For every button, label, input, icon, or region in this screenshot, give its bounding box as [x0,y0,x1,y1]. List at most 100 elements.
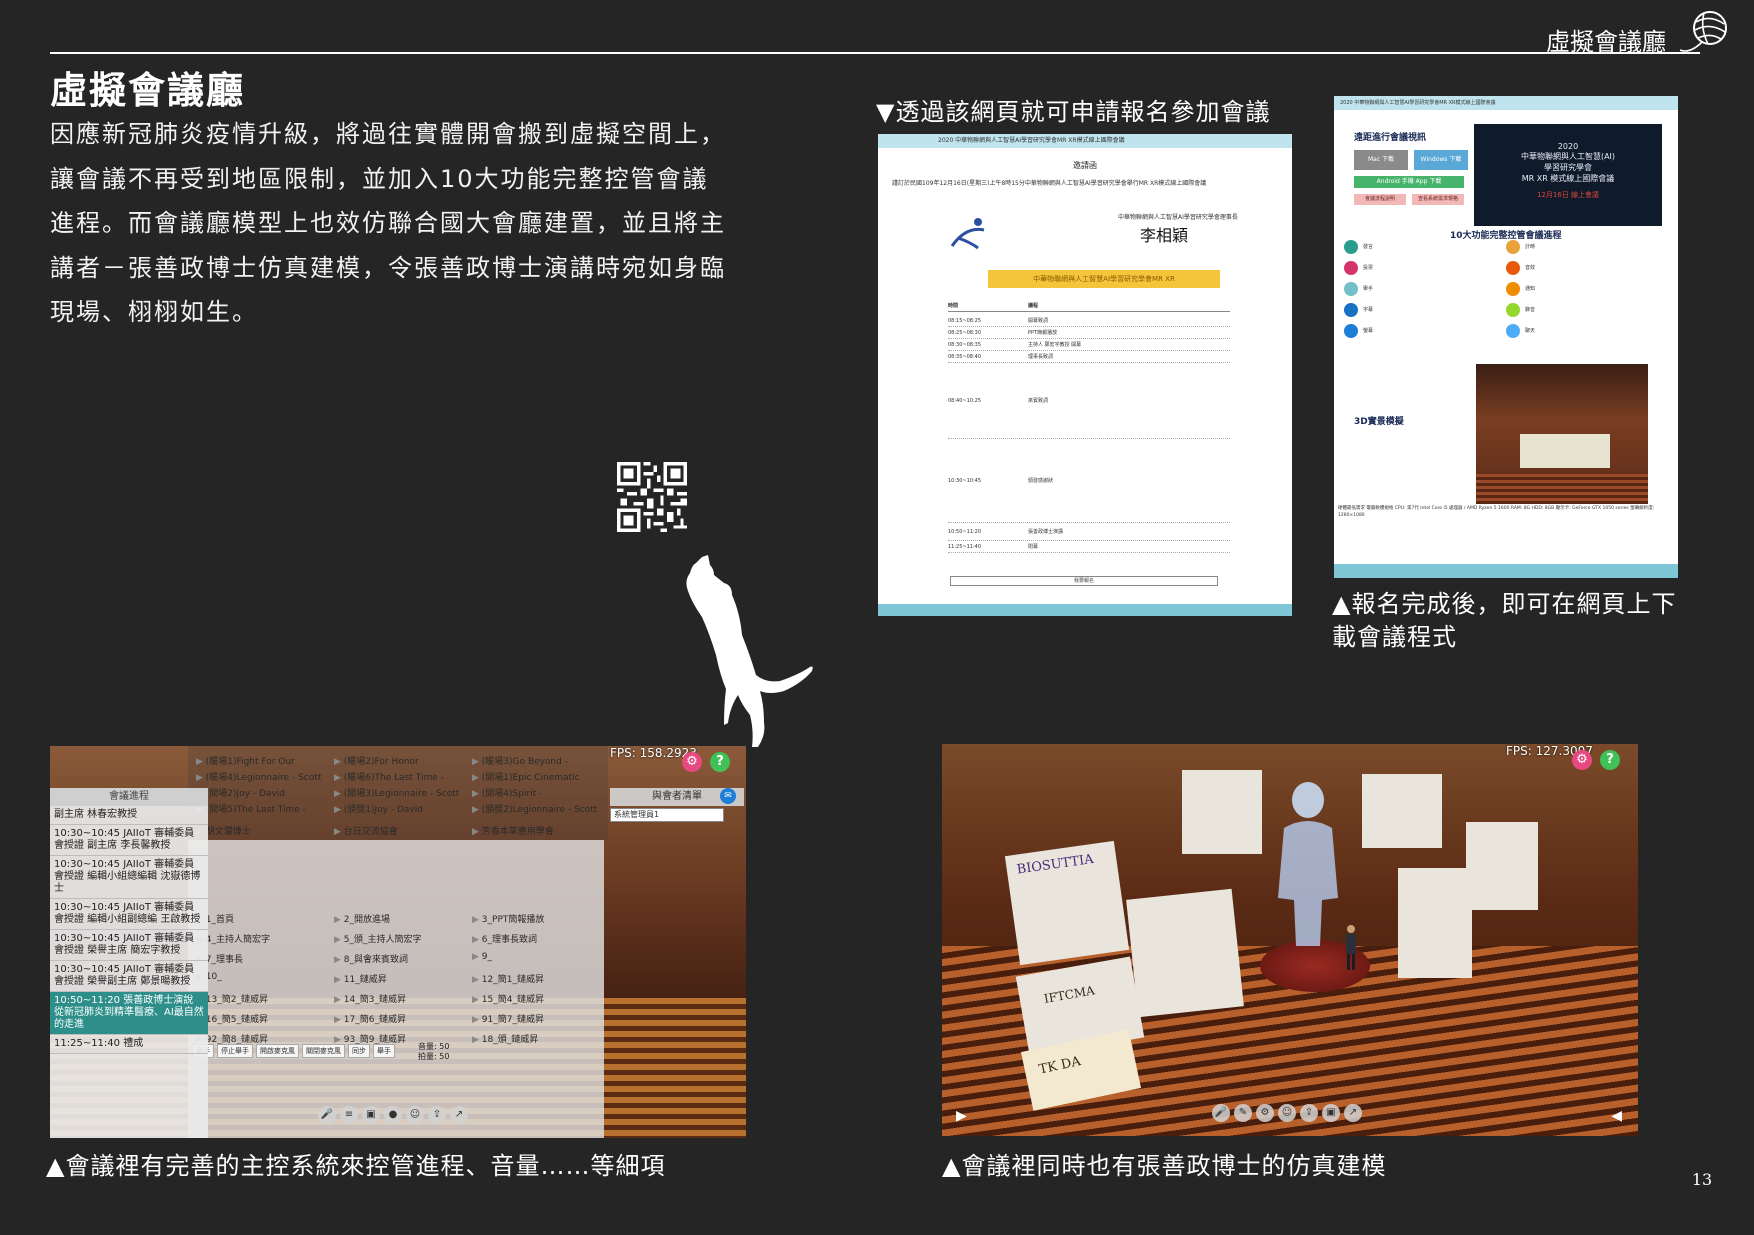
stop-hand-button[interactable]: 停止舉手 [217,1044,253,1058]
command-item[interactable]: 16_簡5_鏈威昇 [196,1012,334,1025]
command-item[interactable]: 6_理事長致詞 [472,932,610,945]
share-icon[interactable]: ⇪ [1300,1104,1318,1122]
agenda-item[interactable]: 10:30~10:45 JAIIoT 審輔委員會授證 榮譽副主席 鄭景暘教授 [50,961,208,992]
stage-screen [1520,434,1610,468]
mic-on-button[interactable]: 開啟麥克風 [256,1044,299,1058]
doc-topbar: 2020 中華物聯網與人工智慧AI學習研究學會MR XR模式線上國際會議 [1334,96,1678,110]
help-icon[interactable]: ? [710,752,730,772]
command-item[interactable]: 8_與會來賓致詞 [334,952,472,965]
list-item: 聊天 [1506,322,1668,339]
admin-participant[interactable]: 系統管理員1 [610,808,724,822]
raise-hand-button[interactable]: 舉手 [373,1044,395,1058]
qr-code-icon[interactable] [617,462,687,532]
agenda-item[interactable]: 11:25~11:40 禮成 [50,1035,208,1054]
people-icon[interactable]: ☺ [406,1106,424,1124]
music-track[interactable]: (開場4)Spirit - [472,786,610,799]
chat-icon[interactable]: ✉ [720,788,736,804]
caption-download: ▲報名完成後，即可在網頁上下載會議程式 [1332,590,1677,651]
list-item: 字幕 [1344,301,1506,318]
command-item[interactable]: 11_鏈威昇 [334,972,472,985]
list-item: 通知 [1506,280,1668,297]
list-item: 音效 [1506,259,1668,276]
music-track[interactable]: (暖場4)Legionnaire - Scott [196,770,334,783]
pen-icon[interactable]: ✎ [1234,1104,1252,1122]
command-item[interactable]: 7_理事長 [196,952,334,965]
exit-icon[interactable]: ↗ [1344,1104,1362,1122]
agenda-item[interactable]: 10:30~10:45 JAIIoT 審輔委員會授證 榮譽主席 簡宏字教授 [50,930,208,961]
schedule-item: 閉幕 [1028,544,1039,550]
settings-icon[interactable]: ⚙ [682,752,702,772]
command-item[interactable]: 2_開放進場 [334,912,472,925]
command-item[interactable]: 4_主持人簡宏字 [196,932,334,945]
command-item[interactable]: 18_頒_鏈威昇 [472,1032,610,1045]
screen-icon[interactable]: ▣ [1322,1104,1340,1122]
command-item[interactable]: 14_簡3_鏈威昇 [334,992,472,1005]
back-arrow-icon[interactable]: ◀ [1611,1108,1622,1124]
command-item[interactable]: 1_首頁 [196,912,334,925]
agenda-item[interactable]: 10:30~10:45 JAIIoT 審輔委員會授證 編輯小組副總編 王啟教授 [50,899,208,930]
caption-icon[interactable]: ≡ [340,1106,358,1124]
process-info-button[interactable]: 會議流程說明 [1354,194,1406,205]
android-download-button[interactable]: Android 手機 App 下載 [1354,176,1464,188]
schedule-time: 10:50~11:20 [948,528,982,535]
command-item[interactable]: 5_頒_主持人簡宏字 [334,932,472,945]
people-icon[interactable]: ☺ [1278,1104,1296,1122]
share-icon[interactable]: ⇪ [428,1106,446,1124]
windows-download-button[interactable]: Windows 下載 [1414,150,1468,170]
command-item[interactable]: 15_簡4_鏈威昇 [472,992,610,1005]
music-track[interactable]: (開場5)The Last Time - [196,802,334,815]
command-item[interactable]: 12_簡1_鏈威昇 [472,972,610,985]
sponsor-biosuttia: BIOSUTTIA [1015,851,1095,878]
register-button[interactable]: 我要報名 [950,576,1218,586]
agenda-item[interactable]: 副主席 林春宏教授 [50,806,208,825]
schedule-time: 11:25~11:40 [948,543,982,550]
music-track[interactable]: (開場3)Legionnaire - Scott [334,786,472,799]
settings-icon[interactable]: ⚙ [1572,750,1592,770]
hand-icon [1344,281,1358,296]
music-track[interactable]: (開場2)Joy - David [196,786,334,799]
command-item[interactable]: 10_ [196,972,334,985]
settings-icon[interactable]: ⚙ [1256,1104,1274,1122]
record-icon[interactable]: ● [384,1106,402,1124]
mac-download-button[interactable]: Mac 下載 [1354,150,1408,170]
command-item[interactable]: 13_簡2_鏈威昇 [196,992,334,1005]
requirements-button[interactable]: 查看系統需求規格 [1412,194,1464,205]
table-row: 10:50~11:20 張善政博士演講 [948,523,1230,541]
music-track[interactable]: (頒獎2)Legionnaire - Scott [472,802,610,815]
help-icon[interactable]: ? [1600,750,1620,770]
caption-control-system: ▲會議裡有完善的主控系統來控管進程、音量……等細項 [46,1152,666,1180]
play-arrow-icon[interactable]: ▶ [956,1108,967,1124]
music-track[interactable]: 台日交流協會 [334,824,472,837]
music-track[interactable]: (開場1)Epic Cinematic [472,770,610,783]
screen-icon [1344,323,1358,338]
screen-icon[interactable]: ▣ [362,1106,380,1124]
agenda-panel: 會議進程 副主席 林春宏教授 10:30~10:45 JAIIoT 審輔委員會授… [50,788,208,1138]
header-rule [50,52,1700,54]
music-track[interactable]: (暖場6)The Last Time - [334,770,472,783]
agenda-item-active[interactable]: 10:50~11:20 張善政博士演說 從新冠肺炎到精準醫療、AI最自然的走進 [50,992,208,1035]
mic-off-button[interactable]: 關閉麥克風 [302,1044,345,1058]
command-item[interactable]: 91_簡7_鏈威昇 [472,1012,610,1025]
music-track[interactable]: (暖場1)Fight For Our [196,754,334,767]
music-track[interactable]: (頒獎1)Joy - David [334,802,472,815]
music-track[interactable]: 芳香本草應用學會 [472,824,610,837]
music-list: (暖場1)Fight For Our (暖場2)For Honor (暖場3)G… [196,754,616,837]
mic-icon[interactable]: 🎤 [318,1106,336,1124]
mic-icon[interactable]: 🎤 [1212,1104,1230,1122]
intro-paragraph: 因應新冠肺炎疫情升級，將過往實體開會搬到虛擬空間上，讓會議不再受到地區限制，並加… [50,120,726,326]
music-track[interactable]: 胡文瀾博士 [196,824,334,837]
agenda-item[interactable]: 10:30~10:45 JAIIoT 審輔委員會授證 編輯小組總編輯 沈嶽德博士 [50,856,208,899]
hero-line: 中華物聯網與人工智慧(AI) [1520,152,1616,161]
schedule-table: 時間 議程 08:15~08:25 開幕致詞 08:25~08:30 PPT簡報播放… [948,302,1230,553]
vote-icon [1344,260,1358,275]
music-track[interactable]: (暖場3)Go Beyond - [472,754,610,767]
command-item[interactable]: 9_ [472,952,610,965]
command-item[interactable]: 17_簡6_鏈威昇 [334,1012,472,1025]
agenda-item[interactable]: 10:30~10:45 JAIIoT 審輔委員會授證 副主席 李長馨教授 [50,825,208,856]
sync-button[interactable]: 同步 [348,1044,370,1058]
exit-icon[interactable]: ↗ [450,1106,468,1124]
command-item[interactable]: 3_PPT簡報播放 [472,912,610,925]
effects-label: 拍量: 50 [418,1052,450,1061]
volume-readout: 音量: 50 拍量: 50 [418,1042,449,1062]
music-track[interactable]: (暖場2)For Honor [334,754,472,767]
